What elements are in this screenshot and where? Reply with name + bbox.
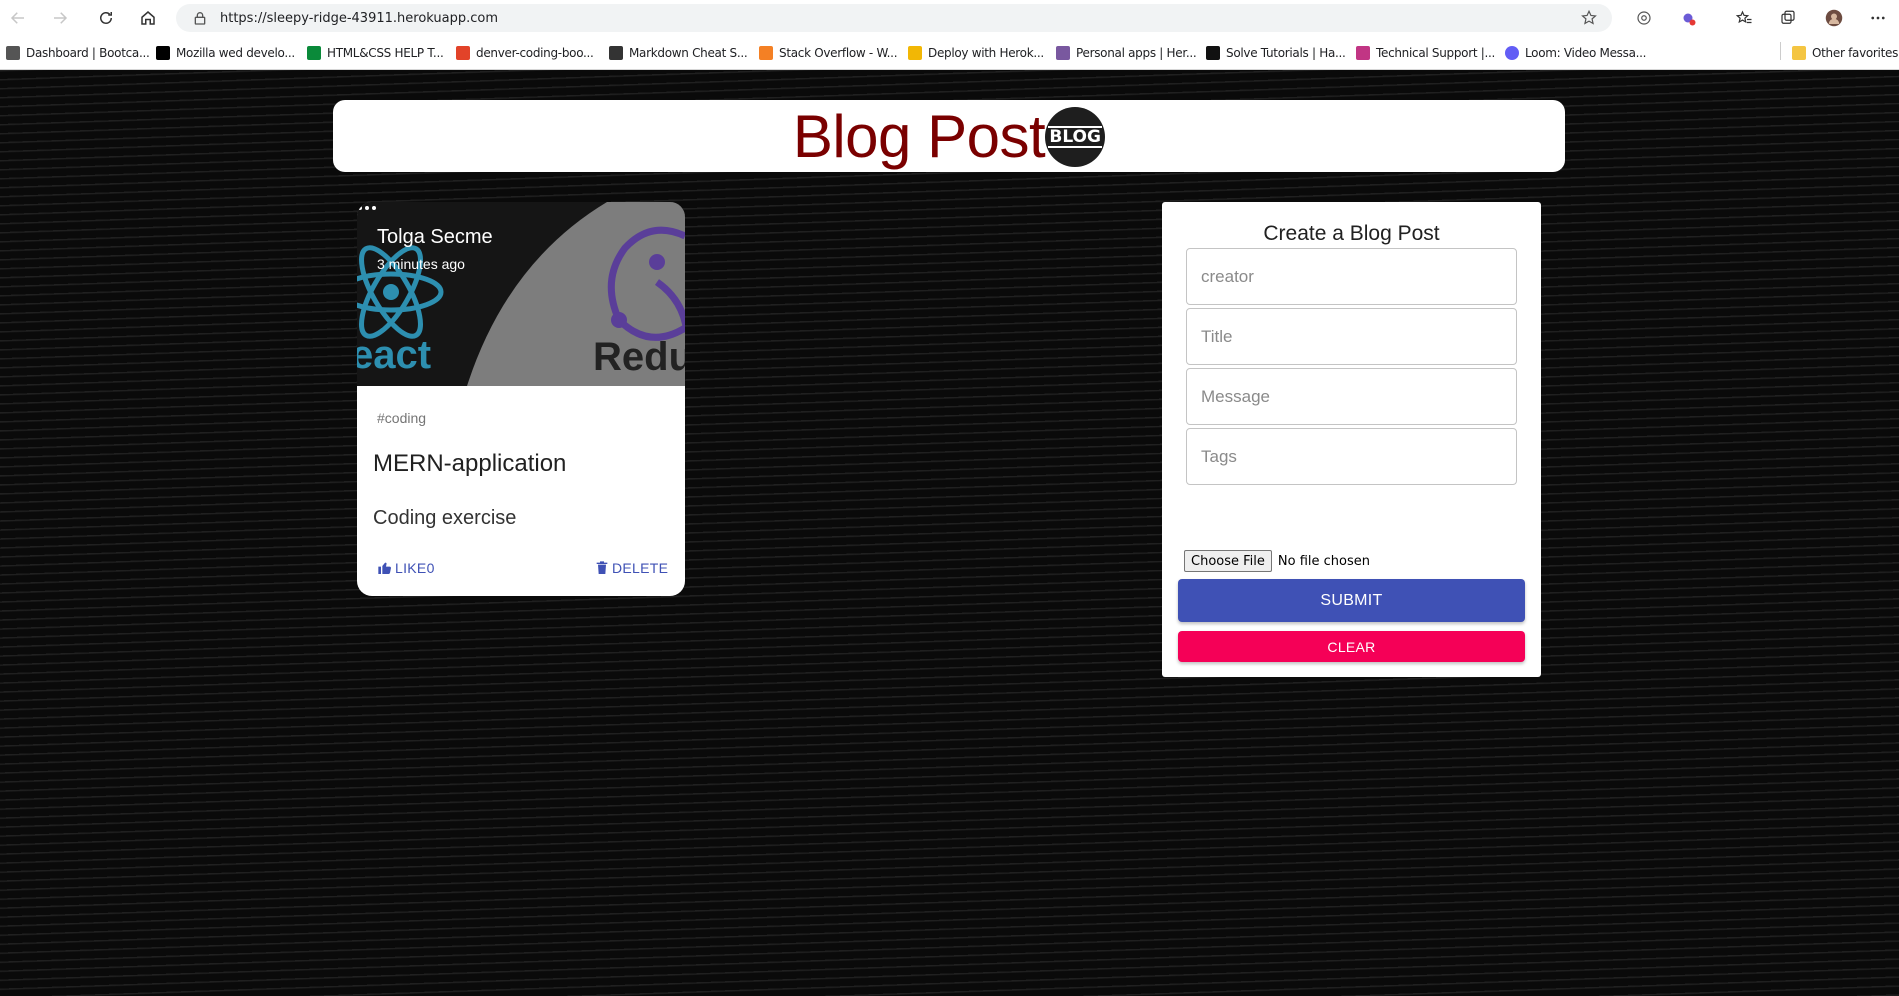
favorite-star-icon[interactable] [1580, 9, 1598, 27]
collections-icon [1781, 10, 1795, 24]
bookmark-favicon [1505, 46, 1519, 60]
bookmark-favicon [1356, 46, 1370, 60]
browser-toolbar: https://sleepy-ridge-43911.herokuapp.com [0, 0, 1899, 36]
react-text: eact [357, 333, 431, 377]
bookmark-favicon [1056, 46, 1070, 60]
bookmark-label: Stack Overflow - W... [779, 46, 898, 60]
bookmark-favicon [908, 46, 922, 60]
tags-input[interactable] [1186, 428, 1517, 485]
folder-icon [1792, 46, 1806, 60]
delete-label: DELETE [612, 560, 669, 576]
file-status: No file chosen [1277, 553, 1370, 569]
profile-button[interactable] [1822, 6, 1846, 30]
bookmark-item[interactable]: Technical Support |... [1356, 44, 1495, 62]
refresh-button[interactable] [94, 6, 118, 30]
submit-button[interactable]: SUBMIT [1178, 579, 1525, 622]
refresh-icon [100, 12, 112, 24]
arrow-left-icon [10, 12, 24, 24]
bookmark-item[interactable]: Deploy with Herok... [908, 44, 1044, 62]
title-input[interactable] [1186, 308, 1517, 365]
bookmark-item[interactable]: Loom: Video Messa... [1505, 44, 1646, 62]
tracking-prevention-button[interactable] [1632, 6, 1656, 30]
post-title: MERN-application [373, 450, 567, 477]
post-tags: #coding [377, 410, 427, 426]
avatar [1825, 9, 1843, 27]
blog-logo: BLOG [1045, 107, 1106, 167]
more-horizontal-icon[interactable] [357, 202, 377, 214]
bookmark-favicon [6, 46, 20, 60]
app-header: Blog Post BLOG [333, 100, 1565, 172]
home-icon [141, 11, 155, 25]
post-timestamp: 3 minutes ago [377, 256, 465, 272]
back-button[interactable] [6, 6, 30, 30]
bookmark-favicon [456, 46, 470, 60]
bookmark-label: Personal apps | Her... [1076, 46, 1197, 60]
bookmark-item[interactable]: Mozilla wed develo... [156, 44, 295, 62]
home-button[interactable] [136, 6, 160, 30]
more-horizontal-icon [1871, 16, 1885, 20]
bookmark-item[interactable]: Markdown Cheat S... [609, 44, 748, 62]
bookmark-favicon [156, 46, 170, 60]
post-image: eact Redu Tolga Secme 3 minutes ago [357, 202, 685, 386]
url-text: https://sleepy-ridge-43911.herokuapp.com [220, 10, 499, 26]
extension-button[interactable] [1676, 6, 1700, 30]
bookmark-item[interactable]: Personal apps | Her... [1056, 44, 1197, 62]
bookmarks-divider [1780, 42, 1781, 60]
other-favorites-folder[interactable]: Other favorites [1792, 44, 1898, 62]
redux-text: Redu [593, 335, 685, 379]
like-button[interactable]: LIKE 0 [377, 556, 435, 580]
extension-gear-icon [1683, 13, 1696, 26]
clear-button[interactable]: CLEAR [1178, 631, 1525, 662]
create-post-form: Create a Blog Post Choose File No file c… [1162, 202, 1541, 677]
favorites-icon [1735, 10, 1752, 24]
forward-button[interactable] [48, 6, 72, 30]
choose-file-button[interactable]: Choose File [1184, 550, 1272, 572]
bookmark-favicon [609, 46, 623, 60]
post-card: eact Redu Tolga Secme 3 minutes ago #cod… [357, 202, 685, 596]
page-title: Blog Post [792, 102, 1046, 170]
file-upload: Choose File No file chosen [1184, 550, 1370, 572]
bookmark-favicon [759, 46, 773, 60]
arrow-right-icon [54, 12, 68, 24]
collections-button[interactable] [1776, 6, 1800, 30]
like-count: 0 [426, 560, 435, 576]
form-title: Create a Blog Post [1263, 222, 1440, 245]
bookmarks-bar: Dashboard | Bootca... Mozilla wed develo… [0, 36, 1899, 70]
bookmark-item[interactable]: denver-coding-boo... [456, 44, 594, 62]
page-body: Blog Post BLOG eact Redu Tolga Secme 3 m… [0, 70, 1899, 996]
bookmark-favicon [1206, 46, 1220, 60]
bookmark-label: Deploy with Herok... [928, 46, 1044, 60]
bookmark-label: denver-coding-boo... [476, 46, 594, 60]
bookmark-item[interactable]: Solve Tutorials | Ha... [1206, 44, 1346, 62]
bookmark-label: Loom: Video Messa... [1525, 46, 1647, 60]
bookmark-label: Other favorites [1812, 46, 1899, 60]
post-message: Coding exercise [373, 507, 517, 529]
bookmark-label: Markdown Cheat S... [629, 46, 748, 60]
bookmark-favicon [307, 46, 321, 60]
settings-menu-button[interactable] [1866, 6, 1890, 30]
bookmark-item[interactable]: Dashboard | Bootca... [6, 44, 150, 62]
bookmark-label: Dashboard | Bootca... [26, 46, 150, 60]
circle-icon [1637, 11, 1651, 25]
delete-button[interactable]: DELETE [594, 556, 668, 580]
thumb-up-icon [378, 562, 391, 575]
like-label: LIKE [395, 560, 427, 576]
bookmark-item[interactable]: HTML&CSS HELP T... [307, 44, 444, 62]
bookmark-label: Technical Support |... [1376, 46, 1496, 60]
creator-input[interactable] [1186, 248, 1517, 305]
bookmark-item[interactable]: Stack Overflow - W... [759, 44, 898, 62]
message-input[interactable] [1186, 368, 1517, 425]
post-creator: Tolga Secme [377, 226, 493, 248]
bookmark-label: Mozilla wed develo... [176, 46, 295, 60]
bookmark-label: Solve Tutorials | Ha... [1226, 46, 1346, 60]
address-bar[interactable]: https://sleepy-ridge-43911.herokuapp.com [176, 4, 1612, 32]
bookmark-label: HTML&CSS HELP T... [327, 46, 444, 60]
trash-icon [596, 561, 608, 574]
logo-text: BLOG [1048, 126, 1102, 148]
lock-icon [194, 12, 206, 25]
favorites-button[interactable] [1732, 6, 1756, 30]
